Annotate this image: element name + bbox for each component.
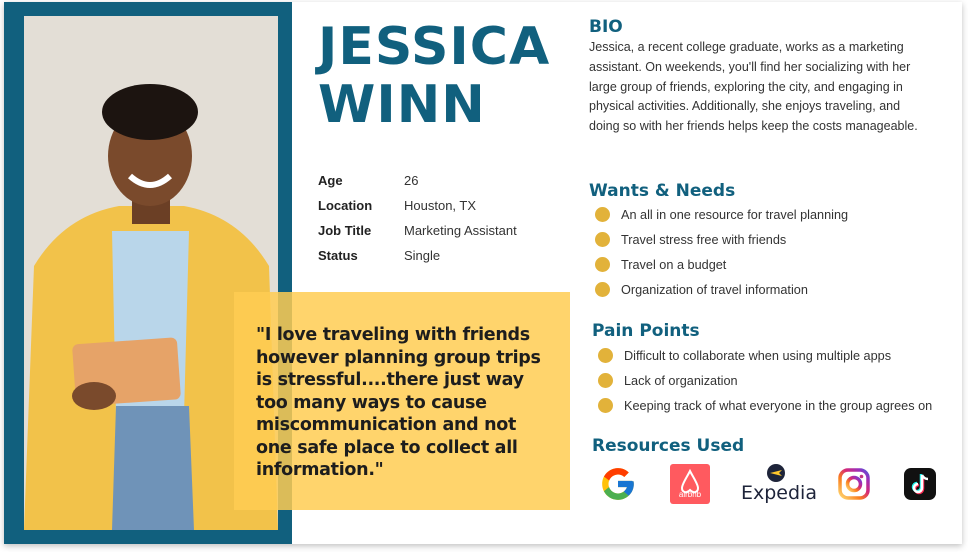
wants-needs-list: An all in one resource for travel planni… <box>595 202 848 302</box>
fact-row-location: Location Houston, TX <box>318 193 517 218</box>
bullet-dot-icon <box>595 282 610 297</box>
fact-row-status: Status Single <box>318 243 517 268</box>
persona-facts: Age 26 Location Houston, TX Job Title Ma… <box>318 168 517 268</box>
resources-title: Resources Used <box>592 436 745 456</box>
fact-row-job-title: Job Title Marketing Assistant <box>318 218 517 243</box>
airbnb-logo-icon: airbnb <box>670 464 710 504</box>
fact-label: Location <box>318 198 373 213</box>
bullet-dot-icon <box>598 373 613 388</box>
fact-value: 26 <box>404 173 419 188</box>
list-item: Keeping track of what everyone in the gr… <box>598 393 932 418</box>
list-item-text: Difficult to collaborate when using mult… <box>624 348 892 363</box>
bullet-dot-icon <box>598 348 613 363</box>
google-logo-icon <box>599 465 637 503</box>
wants-needs-title: Wants & Needs <box>589 181 736 201</box>
pain-points-list: Difficult to collaborate when using mult… <box>598 343 932 418</box>
bio-title: BIO <box>589 17 623 37</box>
list-item: Lack of organization <box>598 368 932 393</box>
fact-value: Marketing Assistant <box>404 223 517 238</box>
fact-row-age: Age 26 <box>318 168 517 193</box>
list-item: Travel on a budget <box>595 252 848 277</box>
fact-value: Houston, TX <box>404 198 477 213</box>
first-name: JESSICA <box>318 17 551 77</box>
list-item-text: Travel on a budget <box>621 257 727 272</box>
bullet-dot-icon <box>595 257 610 272</box>
last-name: WINN <box>318 75 486 135</box>
airbnb-wordmark: airbnb <box>678 490 702 499</box>
bio-text: Jessica, a recent college graduate, work… <box>589 40 918 134</box>
list-item: An all in one resource for travel planni… <box>595 202 848 227</box>
list-item: Difficult to collaborate when using mult… <box>598 343 932 368</box>
fact-label: Job Title <box>318 223 372 238</box>
pain-points-title: Pain Points <box>592 321 700 341</box>
expedia-wordmark: Expedia <box>741 482 817 504</box>
bullet-dot-icon <box>595 232 610 247</box>
fact-label: Age <box>318 173 343 188</box>
bullet-dot-icon <box>595 207 610 222</box>
list-item: Organization of travel information <box>595 277 848 302</box>
fact-label: Status <box>318 248 358 263</box>
expedia-logo-icon: Expedia <box>741 463 817 505</box>
persona-quote: "I love traveling with friends however p… <box>256 325 541 480</box>
list-item-text: Organization of travel information <box>621 282 808 297</box>
instagram-logo-icon <box>838 468 870 500</box>
list-item-text: Lack of organization <box>624 373 738 388</box>
list-item: Travel stress free with friends <box>595 227 848 252</box>
persona-name: JESSICA WINN <box>318 18 578 134</box>
list-item-text: Travel stress free with friends <box>621 232 787 247</box>
list-item-text: An all in one resource for travel planni… <box>621 207 849 222</box>
fact-value: Single <box>404 248 441 263</box>
bullet-dot-icon <box>598 398 613 413</box>
tiktok-logo-icon <box>904 468 936 500</box>
list-item-text: Keeping track of what everyone in the gr… <box>624 398 933 413</box>
